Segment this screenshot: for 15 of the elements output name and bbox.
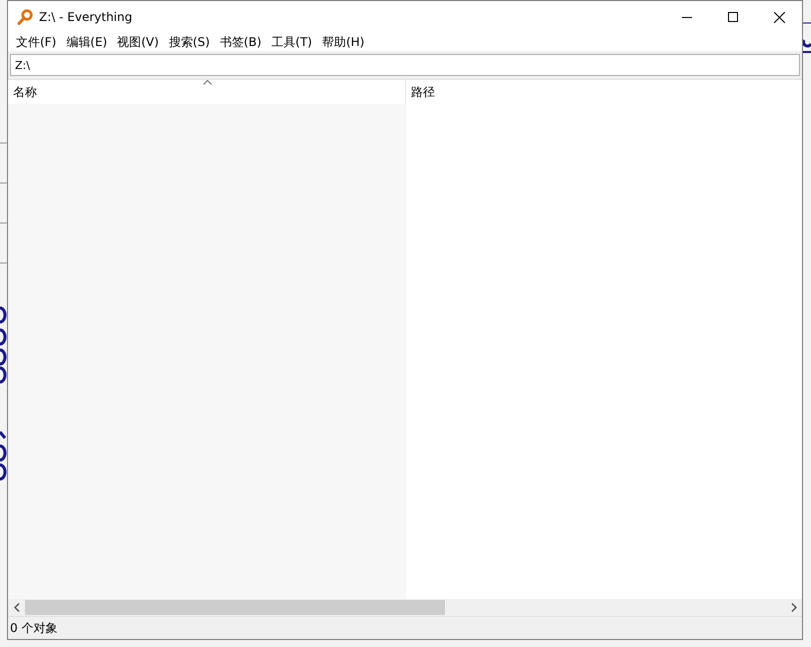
background-drawing [803, 22, 811, 54]
menu-item[interactable]: 帮助(H) [317, 33, 370, 51]
maximize-icon [728, 12, 738, 22]
scrollbar-thumb[interactable] [25, 600, 445, 615]
magnifier-icon [17, 9, 33, 25]
close-icon [774, 12, 784, 22]
status-text: 0 个对象 [10, 620, 58, 636]
menu-item[interactable]: 文件(F) [11, 33, 62, 51]
menu-item[interactable]: 书签(B) [214, 33, 266, 51]
menu-item[interactable]: 搜索(S) [164, 33, 215, 51]
menu-item[interactable]: 编辑(E) [61, 33, 112, 51]
menu-item[interactable]: 视图(V) [112, 33, 164, 51]
window-title: Z:\ - Everything [39, 10, 134, 24]
search-field[interactable]: Z:\ [10, 54, 800, 76]
menu-item[interactable]: 工具(T) [266, 33, 318, 51]
